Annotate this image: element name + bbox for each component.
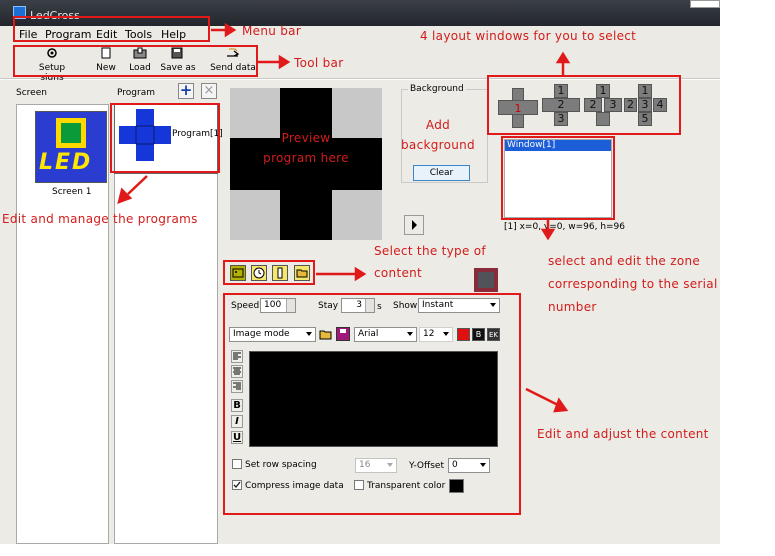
tool-bar-annotation: Tool bar	[294, 56, 344, 70]
layouts-annotation: 4 layout windows for you to select	[420, 29, 637, 43]
menu-bar-annotation: Menu bar	[242, 24, 302, 38]
adjust-annotation: Edit and adjust the content	[537, 427, 709, 441]
zone-annotation: select and edit the zone corresponding t…	[548, 254, 718, 314]
programs-annotation: Edit and manage the programs	[2, 212, 198, 226]
content-type-annotation: Select the type of content	[374, 244, 486, 280]
